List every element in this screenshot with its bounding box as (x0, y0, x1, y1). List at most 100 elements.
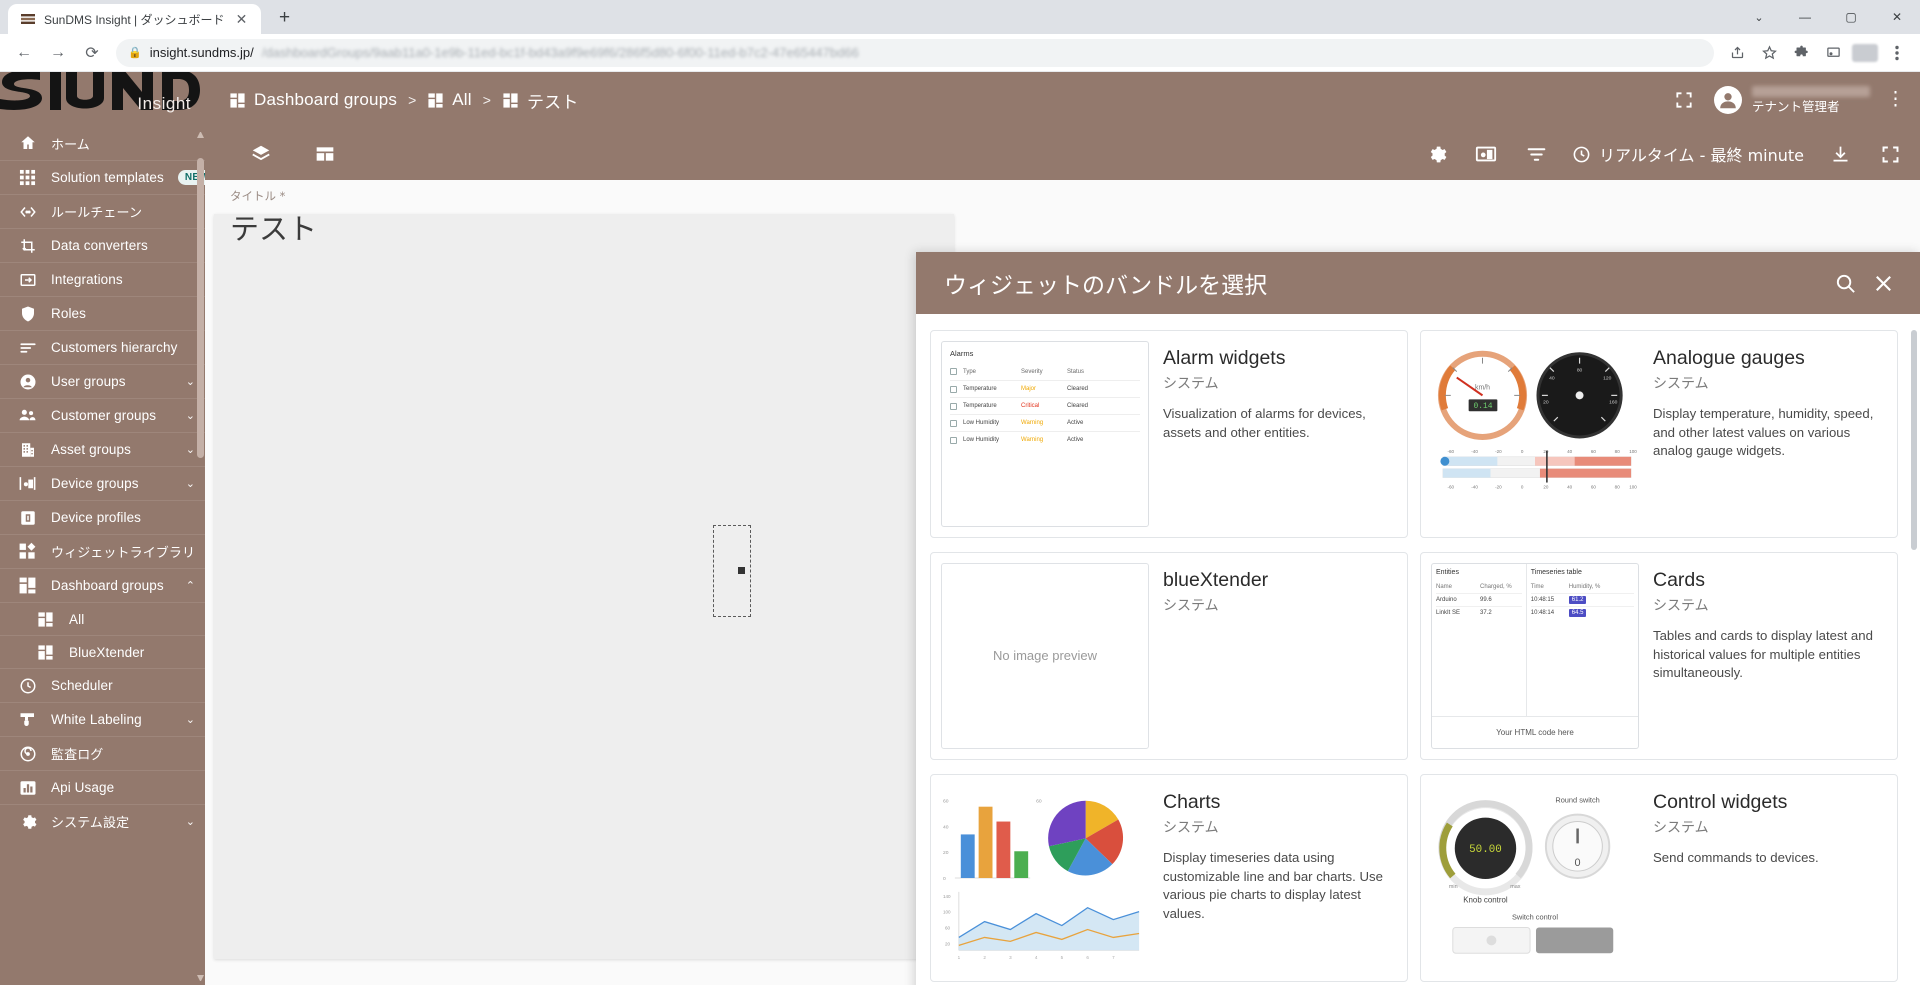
layers-icon[interactable] (247, 140, 275, 168)
breadcrumb-item-all[interactable]: All (427, 90, 472, 110)
sidebar-item-home[interactable]: ホーム (0, 126, 205, 160)
chevron-up-icon[interactable]: ⌃ (186, 579, 195, 592)
cast-icon[interactable] (1818, 38, 1848, 68)
svg-text:0: 0 (1521, 484, 1524, 489)
tab-close-icon[interactable]: ✕ (233, 10, 251, 28)
filter-icon[interactable] (1522, 140, 1550, 168)
breadcrumb-item-current[interactable]: テスト (502, 88, 579, 113)
sidebar-item-asset-groups[interactable]: Asset groups ⌄ (0, 432, 205, 466)
checkbox-icon (950, 368, 957, 375)
timewindow-button[interactable]: リアルタイム - 最終 minute (1572, 142, 1804, 166)
bundle-card-charts[interactable]: 60 40 20 0 60 140 100 60 20 1 2 3 4 5 6 … (930, 774, 1408, 982)
sidebar-item-white-labeling[interactable]: White Labeling ⌄ (0, 702, 205, 736)
sidebar-item-system-settings[interactable]: システム設定 ⌄ (0, 804, 205, 838)
dashboard-title[interactable]: テスト (230, 206, 317, 248)
star-icon[interactable] (1754, 38, 1784, 68)
sidebar-item-device-profiles[interactable]: Device profiles (0, 500, 205, 534)
scrollbar-thumb[interactable] (197, 158, 204, 458)
sidebar-item-integrations[interactable]: Integrations (0, 262, 205, 296)
breadcrumb-item-dashboard-groups[interactable]: Dashboard groups (229, 90, 397, 110)
sidebar-scrollbar[interactable] (197, 128, 204, 985)
device-preview-icon[interactable] (1472, 140, 1500, 168)
sidebar-label: Integrations (51, 272, 123, 287)
new-tab-button[interactable]: + (271, 4, 299, 32)
widget-bundle-list[interactable]: Alarms Type Severity Status Temperature (916, 314, 1920, 985)
svg-text:100: 100 (1629, 484, 1637, 489)
html-card-preview: Your HTML code here (1432, 716, 1638, 748)
browser-menu-icon[interactable] (1882, 38, 1912, 68)
sidebar-item-solution-templates[interactable]: Solution templates NEW (0, 160, 205, 194)
window-chevron-icon[interactable]: ⌄ (1736, 0, 1782, 34)
sidebar-item-widget-library[interactable]: ウィジェットライブラリ (0, 534, 205, 568)
scroll-up-arrow-icon[interactable] (197, 132, 204, 138)
widget-drop-target[interactable] (713, 525, 751, 617)
sidebar-item-scheduler[interactable]: Scheduler (0, 668, 205, 702)
checkbox-icon (950, 385, 957, 393)
browser-tab[interactable]: SunDMS Insight | ダッシュボード ✕ (8, 4, 261, 34)
sidebar-item-roles[interactable]: Roles (0, 296, 205, 330)
puzzle-icon[interactable] (1786, 38, 1816, 68)
chevron-down-icon[interactable]: ⌄ (186, 375, 195, 388)
cell-status: Cleared (1067, 386, 1089, 392)
scroll-down-arrow-icon[interactable] (197, 975, 204, 981)
preview-row: Temperature Major Cleared (950, 380, 1140, 397)
dashboard-icon (428, 92, 443, 108)
bundle-meta: blueXtender システム (1159, 553, 1407, 759)
sidebar-item-dashboard-group-all[interactable]: All (0, 602, 205, 635)
sidebar-item-audit-log[interactable]: 監査ログ (0, 736, 205, 770)
user-menu[interactable]: テナント管理者 (1714, 85, 1870, 114)
fullscreen-icon[interactable] (1670, 86, 1698, 114)
sidebar-item-device-groups[interactable]: Device groups ⌄ (0, 466, 205, 500)
cell-value: 99.6 (1480, 597, 1492, 603)
chevron-down-icon[interactable]: ⌄ (186, 713, 195, 726)
expand-fullscreen-icon[interactable] (1876, 140, 1904, 168)
sidebar-item-user-groups[interactable]: User groups ⌄ (0, 364, 205, 398)
layout-icon[interactable] (311, 140, 339, 168)
reload-icon[interactable]: ⟳ (76, 37, 108, 69)
top-bar-menu-icon[interactable]: ⋮ (1886, 90, 1905, 110)
dashboard-surface[interactable]: タイトル * テスト (214, 189, 954, 959)
svg-text:-20: -20 (1495, 448, 1502, 453)
bundle-card-bluextender[interactable]: No image preview blueXtender システム (930, 552, 1408, 760)
back-icon[interactable]: ← (8, 37, 40, 69)
forward-icon[interactable]: → (42, 37, 74, 69)
widget-panel-scrollbar[interactable] (1911, 322, 1917, 985)
scrollbar-thumb[interactable] (1911, 330, 1917, 550)
sidebar-item-rule-chains[interactable]: ルールチェーン (0, 194, 205, 228)
sidebar-item-dashboard-groups[interactable]: Dashboard groups ⌃ (0, 568, 205, 602)
brand-logo[interactable]: Insight (0, 72, 205, 126)
tab-title: SunDMS Insight | ダッシュボード (44, 12, 225, 27)
window-close-button[interactable]: ✕ (1874, 0, 1920, 34)
bundle-card-analogue-gauges[interactable]: km/h 0.14 80 40 120 20 160 -60 -40 -20 0… (1420, 330, 1898, 538)
close-icon[interactable] (1864, 264, 1902, 302)
chevron-down-icon[interactable]: ⌄ (186, 443, 195, 456)
address-bar[interactable]: 🔒 insight.sundms.jp/ /dashboardGroups/9a… (116, 38, 1714, 67)
bundle-preview: Alarms Type Severity Status Temperature (931, 331, 1159, 537)
bundle-card-control-widgets[interactable]: Round switch 50.00 min max Knob control (1420, 774, 1898, 982)
chevron-down-icon[interactable]: ⌄ (186, 815, 195, 828)
search-icon[interactable] (1826, 264, 1864, 302)
profile-avatar[interactable] (1850, 38, 1880, 68)
window-minimize-button[interactable]: — (1782, 0, 1828, 34)
sidebar-item-data-converters[interactable]: Data converters (0, 228, 205, 262)
sidebar-item-api-usage[interactable]: Api Usage (0, 770, 205, 804)
bundle-description: Display temperature, humidity, speed, an… (1653, 406, 1874, 459)
preview-header-row: Type Severity Status (950, 363, 1140, 380)
sidebar-label: Device groups (51, 476, 139, 491)
profile-icon (18, 508, 37, 527)
sidebar-item-customer-groups[interactable]: Customer groups ⌄ (0, 398, 205, 432)
download-icon[interactable] (1826, 140, 1854, 168)
favicon-sundms (20, 11, 36, 27)
window-maximize-button[interactable]: ▢ (1828, 0, 1874, 34)
gear-icon[interactable] (1422, 140, 1450, 168)
sidebar-item-dashboard-group-bluextender[interactable]: BlueXtender (0, 635, 205, 668)
sidebar-item-customers-hierarchy[interactable]: Customers hierarchy (0, 330, 205, 364)
chevron-down-icon[interactable]: ⌄ (186, 409, 195, 422)
bundle-author: システム (1163, 598, 1219, 614)
sidebar-label: Api Usage (51, 780, 115, 795)
share-icon[interactable] (1722, 38, 1752, 68)
bundle-card-cards[interactable]: Entities Name Charged, % Arduino 99.6 Li… (1420, 552, 1898, 760)
chevron-down-icon[interactable]: ⌄ (186, 477, 195, 490)
converter-icon (18, 236, 37, 255)
bundle-card-alarm-widgets[interactable]: Alarms Type Severity Status Temperature (930, 330, 1408, 538)
